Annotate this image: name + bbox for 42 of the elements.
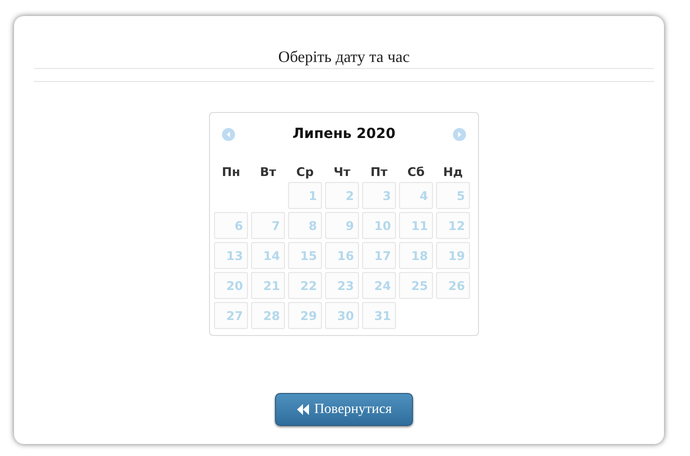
day-cell: 9 — [325, 212, 359, 239]
day-cell: 26 — [436, 272, 470, 299]
day-cell: 17 — [362, 242, 396, 269]
day-cell: 3 — [362, 182, 396, 209]
weekday-label: Нд — [442, 164, 464, 181]
weekday-label: Вт — [258, 164, 278, 181]
day-cell: 14 — [251, 242, 285, 269]
day-cell: 4 — [399, 182, 433, 209]
day-cell: 24 — [362, 272, 396, 299]
day-cell: 8 — [288, 212, 322, 239]
day-cell: 19 — [436, 242, 470, 269]
weekday-label: Пт — [370, 164, 388, 181]
day-cell: 29 — [288, 302, 322, 329]
day-cell: 30 — [325, 302, 359, 329]
day-cell: 12 — [436, 212, 470, 239]
day-cell: 2 — [325, 182, 359, 209]
day-cell: 21 — [251, 272, 285, 299]
day-cell: 5 — [436, 182, 470, 209]
weekday-label: Сб — [406, 164, 426, 181]
day-cell: 10 — [362, 212, 396, 239]
weekday-label: Чт — [332, 164, 352, 181]
day-cell: 16 — [325, 242, 359, 269]
day-cell: 15 — [288, 242, 322, 269]
rewind-icon — [296, 404, 310, 415]
day-cell: 6 — [214, 212, 248, 239]
day-cell: 20 — [214, 272, 248, 299]
day-cell: 11 — [399, 212, 433, 239]
day-cell: 25 — [399, 272, 433, 299]
weekday-label: Пн — [220, 164, 242, 181]
weekday-label: Ср — [295, 164, 315, 181]
day-cell: 27 — [214, 302, 248, 329]
day-cell: 1 — [288, 182, 322, 209]
day-cell: 7 — [251, 212, 285, 239]
day-cell: 13 — [214, 242, 248, 269]
day-cell: 28 — [251, 302, 285, 329]
day-cell: 18 — [399, 242, 433, 269]
month-title: Липень 2020 — [292, 124, 396, 144]
day-cell: 22 — [288, 272, 322, 299]
day-cell: 31 — [362, 302, 396, 329]
day-cell: 23 — [325, 272, 359, 299]
back-button[interactable]: Повернутися — [275, 393, 413, 426]
dialog-title: Оберіть дату та час — [278, 48, 410, 68]
